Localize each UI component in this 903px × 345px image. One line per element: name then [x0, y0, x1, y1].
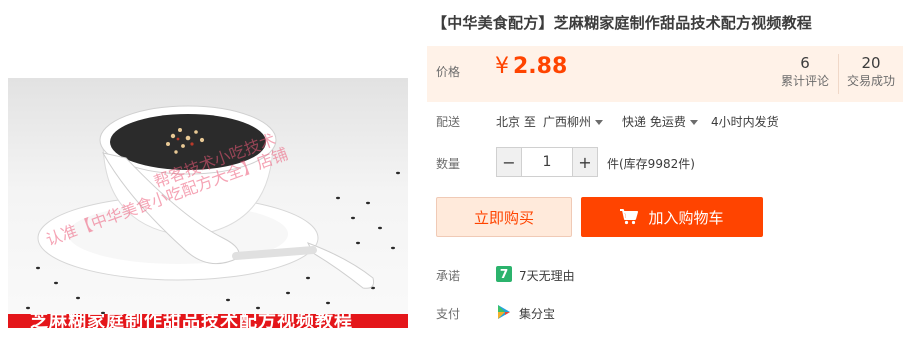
image-banner: 芝麻糊家庭制作甜品技术配方视频教程 — [8, 314, 408, 328]
destination-select[interactable]: 广西柳州 — [543, 113, 604, 130]
quantity-input[interactable]: 1 — [522, 147, 572, 177]
price-amount: 2.88 — [513, 54, 568, 79]
review-count: 6 — [800, 54, 810, 72]
add-to-cart-button[interactable]: 加入购物车 — [581, 197, 763, 237]
decrement-button[interactable]: − — [496, 147, 522, 177]
payment-method: 集分宝 — [519, 307, 556, 321]
image-banner-text: 芝麻糊家庭制作甜品技术配方视频教程 — [30, 314, 353, 328]
destination-value: 广西柳州 — [543, 115, 592, 129]
buy-now-button[interactable]: 立即购买 — [436, 197, 572, 237]
jifenbao-icon — [498, 305, 510, 319]
currency-symbol: ¥ — [495, 54, 509, 79]
price-label: 价格 — [436, 65, 461, 79]
price-panel: 价格 ¥2.88 6 累计评论 20 交易成功 — [427, 46, 903, 102]
seven-day-return-icon: 7 — [496, 266, 512, 282]
price-value: ¥2.88 — [495, 54, 567, 79]
shipping-label: 配送 — [436, 115, 461, 129]
transaction-count-stat[interactable]: 20 交易成功 — [845, 53, 897, 89]
chevron-down-icon — [689, 120, 698, 125]
stock-info: 件(库存9982件) — [607, 157, 695, 171]
increment-button[interactable]: + — [572, 147, 598, 177]
transaction-count: 20 — [861, 54, 881, 72]
promise-label: 承诺 — [436, 269, 461, 283]
payment-label: 支付 — [436, 307, 461, 321]
shipping-method-select[interactable]: 快递 免运费 — [622, 113, 698, 130]
shipping-origin: 北京 至 — [496, 115, 536, 129]
stat-divider — [838, 54, 839, 94]
review-count-stat[interactable]: 6 累计评论 — [779, 53, 831, 89]
chevron-down-icon — [595, 120, 604, 125]
product-title: 【中华美食配方】芝麻糊家庭制作甜品技术配方视频教程 — [432, 14, 813, 32]
dispatch-time: 4小时内发货 — [711, 115, 779, 129]
transaction-count-label: 交易成功 — [846, 74, 895, 88]
quantity-stepper: − 1 + — [496, 147, 598, 177]
add-to-cart-label: 加入购物车 — [648, 208, 724, 227]
shipping-method-value: 快递 免运费 — [622, 115, 686, 129]
sesame-paste-bowl-picture — [26, 105, 400, 315]
shopping-cart-icon — [620, 209, 639, 225]
quantity-label: 数量 — [436, 157, 461, 171]
review-count-label: 累计评论 — [780, 74, 829, 88]
promise-text[interactable]: 7天无理由 — [519, 267, 575, 284]
product-image[interactable]: 认准【中华美食小吃配方大全】店铺 帮客技术小吃技术 芝麻糊家庭制作甜品技术配方视… — [8, 78, 408, 328]
buy-now-label: 立即购买 — [473, 208, 534, 227]
